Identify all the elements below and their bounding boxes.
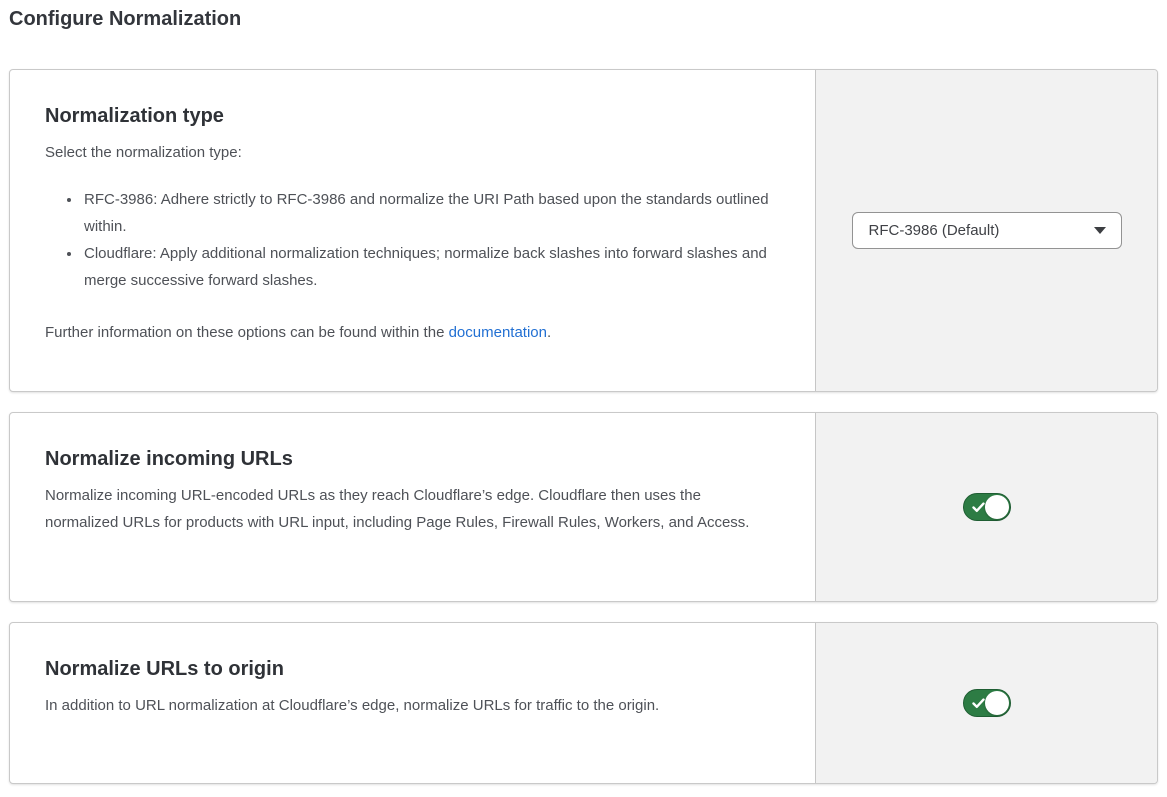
chevron-down-icon <box>1094 227 1106 234</box>
card-normalize-incoming-urls-content: Normalize incoming URLs Normalize incomi… <box>10 413 815 601</box>
normalization-options-list: RFC-3986: Adhere strictly to RFC-3986 an… <box>45 186 775 294</box>
check-icon <box>972 502 985 513</box>
normalize-urls-to-origin-heading: Normalize URLs to origin <box>45 656 775 682</box>
normalize-incoming-urls-description: Normalize incoming URL-encoded URLs as t… <box>45 482 775 536</box>
card-normalize-incoming-urls-side-panel <box>815 413 1157 601</box>
list-item-rfc3986: RFC-3986: Adhere strictly to RFC-3986 an… <box>82 186 775 240</box>
card-normalize-urls-to-origin: Normalize URLs to origin In addition to … <box>9 622 1158 784</box>
card-normalize-urls-to-origin-side-panel <box>815 623 1157 783</box>
normalize-urls-to-origin-description: In addition to URL normalization at Clou… <box>45 692 775 719</box>
card-normalize-urls-to-origin-content: Normalize URLs to origin In addition to … <box>10 623 815 783</box>
card-normalize-incoming-urls: Normalize incoming URLs Normalize incomi… <box>9 412 1158 602</box>
card-normalization-type: Normalization type Select the normalizat… <box>9 69 1158 392</box>
list-item-cloudflare: Cloudflare: Apply additional normalizati… <box>82 240 775 294</box>
documentation-link[interactable]: documentation <box>449 324 547 341</box>
toggle-knob <box>985 691 1009 715</box>
footer-note-suffix: . <box>547 324 551 341</box>
normalization-type-dropdown[interactable]: RFC-3986 (Default) <box>852 212 1122 249</box>
normalization-type-heading: Normalization type <box>45 103 775 129</box>
dropdown-selected-value: RFC-3986 (Default) <box>869 222 1000 239</box>
normalize-urls-to-origin-toggle[interactable] <box>963 689 1011 717</box>
footer-note: Further information on these options can… <box>45 319 775 346</box>
check-icon <box>972 698 985 709</box>
normalization-type-intro: Select the normalization type: <box>45 139 775 166</box>
toggle-knob <box>985 495 1009 519</box>
card-normalization-type-content: Normalization type Select the normalizat… <box>10 70 815 391</box>
footer-note-text: Further information on these options can… <box>45 324 449 341</box>
normalize-incoming-urls-heading: Normalize incoming URLs <box>45 446 775 472</box>
card-normalization-type-side-panel: RFC-3986 (Default) <box>815 70 1157 391</box>
page-title: Configure Normalization <box>9 6 1158 33</box>
configure-normalization-page: Configure Normalization Normalization ty… <box>0 0 1167 794</box>
normalize-incoming-urls-toggle[interactable] <box>963 493 1011 521</box>
